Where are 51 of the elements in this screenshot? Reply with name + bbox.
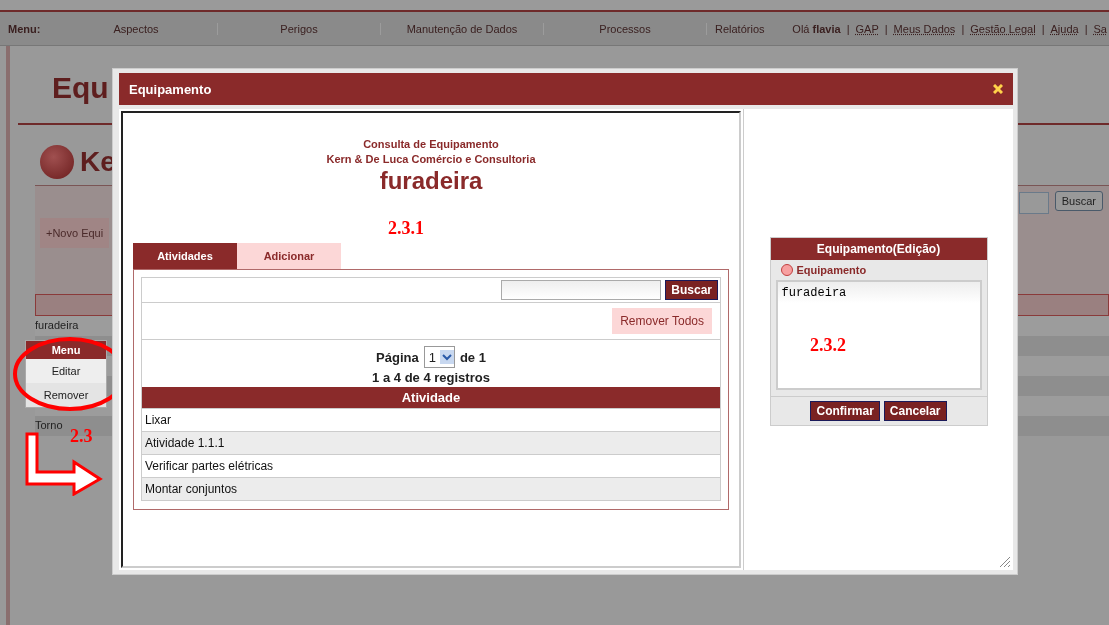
header-link[interactable]: Sa <box>1093 22 1107 35</box>
nav-menu-item[interactable]: Aspectos <box>55 22 218 35</box>
nav-menu-item[interactable]: Relatórios <box>707 22 765 35</box>
context-menu-item[interactable]: Editar <box>26 359 106 383</box>
remove-all-button[interactable]: Remover Todos <box>612 308 712 334</box>
equipment-name: furadeira <box>378 167 484 195</box>
nav-menu-item[interactable]: Perigos <box>218 22 381 35</box>
annotation-label: 2.3.1 <box>388 218 424 239</box>
search-field[interactable] <box>501 280 662 300</box>
record-count: 1 a 4 de 4 registros <box>372 370 490 385</box>
close-icon[interactable] <box>993 84 1003 94</box>
nav-menu-item[interactable]: Processos <box>544 22 707 35</box>
report-heading: Consulta de Equipamento <box>362 137 500 152</box>
link-separator: | <box>846 22 850 35</box>
header-link[interactable]: Gestão Legal <box>970 22 1036 35</box>
table-cell: Atividade 1.1.1 <box>142 431 720 454</box>
circle-icon <box>780 264 793 276</box>
search-button[interactable]: Buscar <box>665 280 718 300</box>
page-count: de 1 <box>459 349 486 365</box>
search-field[interactable] <box>1019 192 1049 214</box>
link-separator: | <box>1084 22 1088 35</box>
nav-menu-item[interactable]: Manutenção de Dados <box>381 22 544 35</box>
page-select[interactable]: 1 <box>423 346 455 368</box>
table-cell: Montar conjuntos <box>142 477 720 500</box>
link-separator: | <box>1041 22 1045 35</box>
page-title: Equ <box>52 71 109 104</box>
dialog-button[interactable]: Confirmar <box>810 401 880 421</box>
tab[interactable]: Adicionar <box>237 243 341 269</box>
annotation-label: 2.3 <box>70 426 93 447</box>
annotation-label: 2.3.2 <box>810 335 846 356</box>
header-link[interactable]: Ajuda <box>1050 22 1079 35</box>
link-separator: | <box>884 22 888 35</box>
header-link[interactable]: GAP <box>855 22 879 35</box>
column-header: Atividade <box>142 387 720 408</box>
dialog-button[interactable]: Cancelar <box>883 401 947 421</box>
tab[interactable]: Atividades <box>133 243 237 269</box>
company-name: Kern & De Luca Comércio e Consultoria <box>325 152 537 167</box>
context-menu-item[interactable]: Remover <box>26 383 106 407</box>
resize-grip-icon[interactable] <box>999 556 1011 568</box>
panel-title: Equipamento(Edição) <box>770 238 987 260</box>
link-separator: | <box>961 22 965 35</box>
new-equipment-button[interactable]: +Novo Equi <box>40 218 110 248</box>
field-label: Equipamento <box>796 264 867 276</box>
search-button[interactable]: Buscar <box>1054 191 1103 211</box>
chevron-down-icon <box>441 353 452 361</box>
dialog-title: Equipamento <box>129 81 212 97</box>
menu-label: Menu: <box>7 22 42 35</box>
user-greeting: Olá flavia <box>792 22 841 35</box>
circle-icon <box>40 145 74 179</box>
page-label: Página <box>376 349 419 365</box>
header-link[interactable]: Meus Dados <box>893 22 956 35</box>
